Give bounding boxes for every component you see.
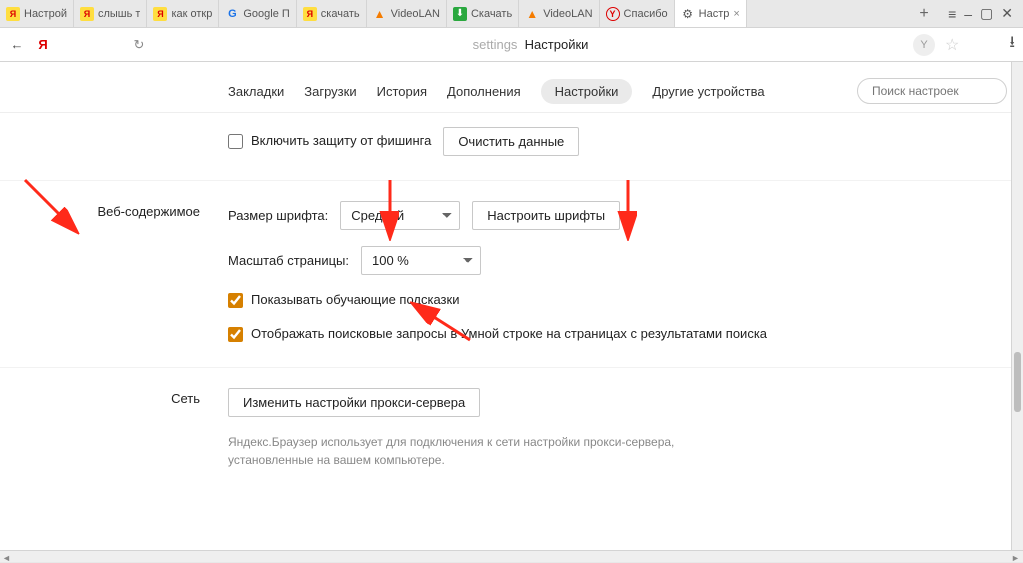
scrollbar-thumb[interactable] xyxy=(1014,352,1021,412)
browser-tab-0[interactable]: Я Настрой xyxy=(0,0,74,27)
window-controls: ≡ ‒ ▢ ✕ xyxy=(938,0,1023,27)
gear-favicon-icon: ⚙ xyxy=(681,7,695,21)
section-label-empty xyxy=(0,127,228,156)
settings-nav: Закладки Загрузки История Дополнения Настрой… xyxy=(0,62,1023,113)
url-prefix: settings xyxy=(473,37,518,52)
settings-page: Закладки Загрузки История Дополнения Настрой… xyxy=(0,62,1023,550)
maximize-button[interactable]: ▢ xyxy=(980,5,993,22)
browser-tab-8[interactable]: Y Спасибо xyxy=(600,0,675,27)
tab-title: Настр xyxy=(699,8,730,20)
settings-nav-другие устройства[interactable]: Другие устройства xyxy=(652,84,764,99)
address-bar: ← Я ↻ settings Настройки Y ☆ ⭳ xyxy=(0,28,1023,62)
browser-tab-2[interactable]: Якак откр xyxy=(147,0,219,27)
y-favicon-icon: Я xyxy=(303,7,317,21)
clear-data-button[interactable]: Очистить данные xyxy=(443,127,579,156)
tab-title: слышь т xyxy=(98,8,140,20)
settings-nav-загрузки[interactable]: Загрузки xyxy=(304,84,356,99)
yandex-logo-icon[interactable]: Я xyxy=(34,37,52,52)
phishing-checkbox[interactable] xyxy=(228,134,243,149)
tab-title: Google П xyxy=(243,8,289,20)
downloads-icon[interactable]: ⭳ xyxy=(1009,31,1015,58)
menu-icon[interactable]: ≡ xyxy=(948,6,956,22)
settings-search-input[interactable] xyxy=(857,78,1007,104)
tab-title: как откр xyxy=(171,8,212,20)
horizontal-scrollbar[interactable]: ◄► xyxy=(0,550,1023,562)
smartline-label: Отображать поисковые запросы в Умной стр… xyxy=(251,325,767,343)
phishing-checkbox-row[interactable]: Включить защиту от фишинга xyxy=(228,132,431,150)
minimize-button[interactable]: ‒ xyxy=(964,6,972,22)
show-hints-checkbox[interactable] xyxy=(228,293,243,308)
customize-fonts-button[interactable]: Настроить шрифты xyxy=(472,201,620,230)
vlc-favicon-icon: ▲ xyxy=(525,7,539,21)
tab-strip: ЯНастройЯслышь тЯкак открGGoogle ПЯскача… xyxy=(0,0,910,27)
omnibox[interactable]: settings Настройки xyxy=(156,37,905,52)
browser-tab-1[interactable]: Яслышь т xyxy=(74,0,147,27)
proxy-hint: Яндекс.Браузер использует для подключени… xyxy=(228,433,748,469)
bookmark-star-icon[interactable]: ☆ xyxy=(945,35,959,55)
y-favicon-icon: Я xyxy=(153,7,167,21)
url-title: Настройки xyxy=(525,37,589,52)
tab-title: VideoLAN xyxy=(543,8,592,20)
new-tab-button[interactable]: + xyxy=(910,0,938,27)
show-hints-label: Показывать обучающие подсказки xyxy=(251,291,459,309)
page-zoom-label: Масштаб страницы: xyxy=(228,253,349,268)
tab-title: скачать xyxy=(321,8,360,20)
tab-close-icon[interactable]: × xyxy=(729,8,739,20)
close-window-button[interactable]: ✕ xyxy=(1001,5,1013,22)
font-size-select[interactable]: Средний xyxy=(340,201,460,230)
y-favicon-icon: Я xyxy=(80,7,94,21)
ycircle-favicon-icon: Y xyxy=(606,7,620,21)
font-size-label: Размер шрифта: xyxy=(228,208,328,223)
settings-nav-дополнения[interactable]: Дополнения xyxy=(447,84,521,99)
smartline-checkbox-row[interactable]: Отображать поисковые запросы в Умной стр… xyxy=(228,325,983,343)
tab-title: Спасибо xyxy=(624,8,668,20)
browser-tab-3[interactable]: G Google П xyxy=(219,0,296,27)
browser-tab-4[interactable]: Яскачать xyxy=(297,0,367,27)
window-titlebar: ЯНастройЯслышь тЯкак открGGoogle ПЯскача… xyxy=(0,0,1023,28)
reload-button[interactable]: ↻ xyxy=(130,37,148,53)
vlc-favicon-icon: ▲ xyxy=(373,7,387,21)
settings-nav-закладки[interactable]: Закладки xyxy=(228,84,284,99)
section-label-network: Сеть xyxy=(0,388,228,469)
settings-nav-история[interactable]: История xyxy=(377,84,427,99)
smartline-checkbox[interactable] xyxy=(228,327,243,342)
protect-icon[interactable]: Y xyxy=(913,34,935,56)
tab-title: VideoLAN xyxy=(391,8,440,20)
browser-tab-9[interactable]: ⚙ Настр× xyxy=(675,0,747,27)
browser-tab-6[interactable]: ⬇ Скачать xyxy=(447,0,519,27)
vertical-scrollbar[interactable] xyxy=(1011,62,1023,550)
show-hints-checkbox-row[interactable]: Показывать обучающие подсказки xyxy=(228,291,983,309)
y-favicon-icon: Я xyxy=(6,7,20,21)
back-button[interactable]: ← xyxy=(8,37,26,52)
phishing-checkbox-label: Включить защиту от фишинга xyxy=(251,132,431,150)
browser-tab-5[interactable]: ▲ VideoLAN xyxy=(367,0,447,27)
browser-tab-7[interactable]: ▲ VideoLAN xyxy=(519,0,599,27)
section-label-webcontent: Веб-содержимое xyxy=(0,201,228,343)
settings-nav-настройки[interactable]: Настройки xyxy=(541,79,633,104)
proxy-settings-button[interactable]: Изменить настройки прокси-сервера xyxy=(228,388,480,417)
g-favicon-icon: G xyxy=(225,7,239,21)
tab-title: Скачать xyxy=(471,8,512,20)
tab-title: Настрой xyxy=(24,8,67,20)
page-zoom-select[interactable]: 100 % xyxy=(361,246,481,275)
dl-favicon-icon: ⬇ xyxy=(453,7,467,21)
